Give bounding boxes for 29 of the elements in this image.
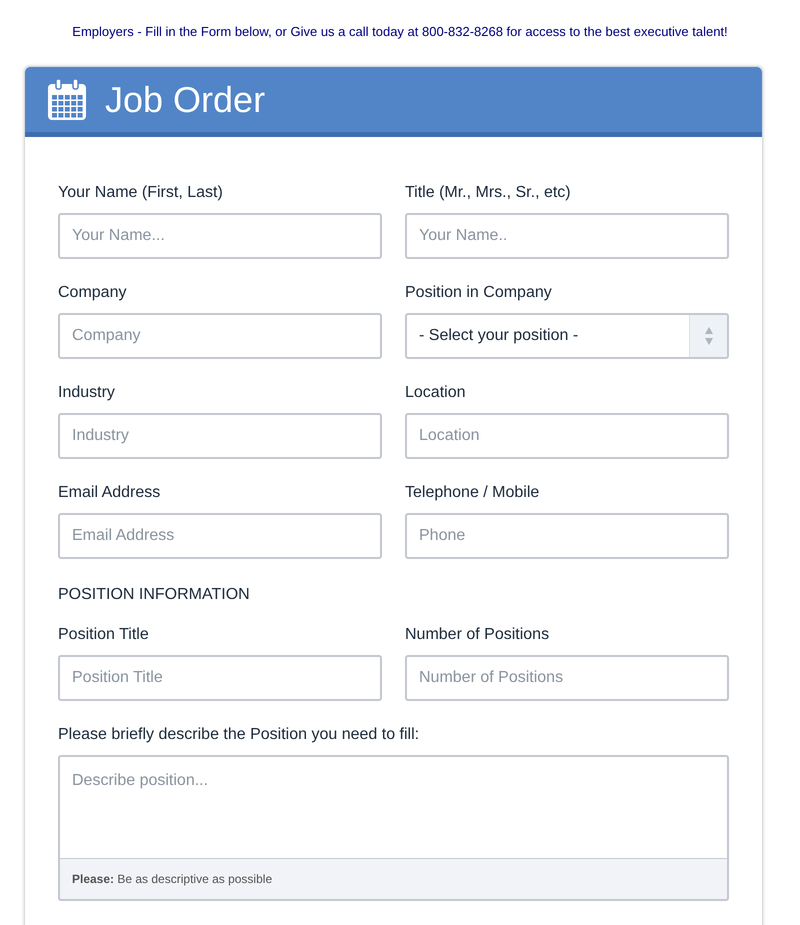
form-title: Job Order xyxy=(105,78,266,122)
field-label: Telephone / Mobile xyxy=(405,483,540,503)
text-field[interactable]: Phone xyxy=(405,513,729,559)
section-heading: POSITION INFORMATION xyxy=(58,586,250,603)
calendar-icon xyxy=(47,78,87,120)
text-field[interactable]: Position Title xyxy=(58,655,382,701)
field-label: Please briefly describe the Position you need to fill: xyxy=(58,725,420,745)
field-label: Position in Company xyxy=(405,283,553,303)
text-field[interactable]: Location xyxy=(405,413,729,459)
field-label: Position Title xyxy=(58,625,150,645)
field-label: Title (Mr., Mrs., Sr., etc) xyxy=(405,183,572,203)
text-field[interactable]: Email Address xyxy=(58,513,382,559)
text-field[interactable]: Number of Positions xyxy=(405,655,729,701)
field-label: Company xyxy=(58,283,128,303)
select-field[interactable]: - Select your position - xyxy=(405,313,729,359)
field-label: Number of Positions xyxy=(405,625,550,645)
text-field[interactable]: Industry xyxy=(58,413,382,459)
field-label: Your Name (First, Last) xyxy=(58,183,224,203)
intro-text: Employers - Fill in the Form below, or Give us a call today at 800-832-8268 for access to the best executive talent! xyxy=(72,24,728,39)
select-value: - Select your position - xyxy=(418,326,580,346)
text-field[interactable]: Your Name.. xyxy=(405,213,729,259)
field-label: Email Address xyxy=(58,483,162,503)
text-field[interactable]: Company xyxy=(58,313,382,359)
field-label: Location xyxy=(405,383,466,403)
description-field[interactable]: Describe position... xyxy=(58,755,729,859)
select-arrows-icon xyxy=(689,315,727,357)
field-label: Industry xyxy=(58,383,116,403)
text-field[interactable]: Your Name... xyxy=(58,213,382,259)
description-note: Please: Be as descriptive as possible xyxy=(72,871,272,888)
